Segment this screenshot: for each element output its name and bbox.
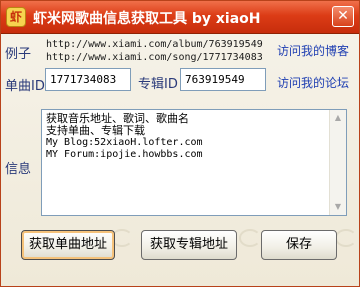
info-line: My Blog:52xiaoH.lofter.com xyxy=(46,137,203,148)
info-textarea[interactable]: 获取音乐地址、歌词、歌曲名 支持单曲、专辑下载 My Blog:52xiaoH.… xyxy=(41,109,347,216)
save-button[interactable]: 保存 xyxy=(261,230,337,260)
example-label: 例子 xyxy=(5,47,32,62)
close-button[interactable]: ✕ xyxy=(332,6,354,27)
decoration-swirl xyxy=(335,229,357,247)
app-window: 虾 虾米网歌曲信息获取工具 by xiaoH ✕ 例子 http://www.x… xyxy=(0,0,360,287)
window-title: 虾米网歌曲信息获取工具 by xiaoH xyxy=(33,11,261,27)
scroll-up-icon[interactable]: ▲ xyxy=(331,111,345,125)
example-song-url: http://www.xiami.com/song/1771734083 xyxy=(46,52,263,63)
album-id-input[interactable]: 763919549 xyxy=(180,68,266,91)
app-icon: 虾 xyxy=(6,7,26,27)
scroll-down-icon[interactable]: ▼ xyxy=(331,200,345,214)
visit-forum-link[interactable]: 访问我的论坛 xyxy=(277,74,349,91)
info-line: MY Forum:ipojie.howbbs.com xyxy=(46,149,203,160)
get-song-url-button[interactable]: 获取单曲地址 xyxy=(21,230,115,260)
info-line: 支持单曲、专辑下载 xyxy=(46,124,145,137)
album-id-label: 专辑ID xyxy=(138,77,178,92)
song-id-input[interactable]: 1771734083 xyxy=(45,68,131,91)
info-label: 信息 xyxy=(5,162,32,177)
get-album-url-button[interactable]: 获取专辑地址 xyxy=(141,230,237,260)
visit-blog-link[interactable]: 访问我的博客 xyxy=(277,42,349,59)
decoration-swirl xyxy=(239,229,261,247)
song-id-label: 单曲ID xyxy=(5,79,45,94)
title-bar[interactable]: 虾 虾米网歌曲信息获取工具 by xiaoH ✕ xyxy=(1,1,359,34)
info-scrollbar[interactable]: ▲ ▼ xyxy=(329,110,346,215)
example-album-url: http://www.xiami.com/album/763919549 xyxy=(46,39,263,50)
